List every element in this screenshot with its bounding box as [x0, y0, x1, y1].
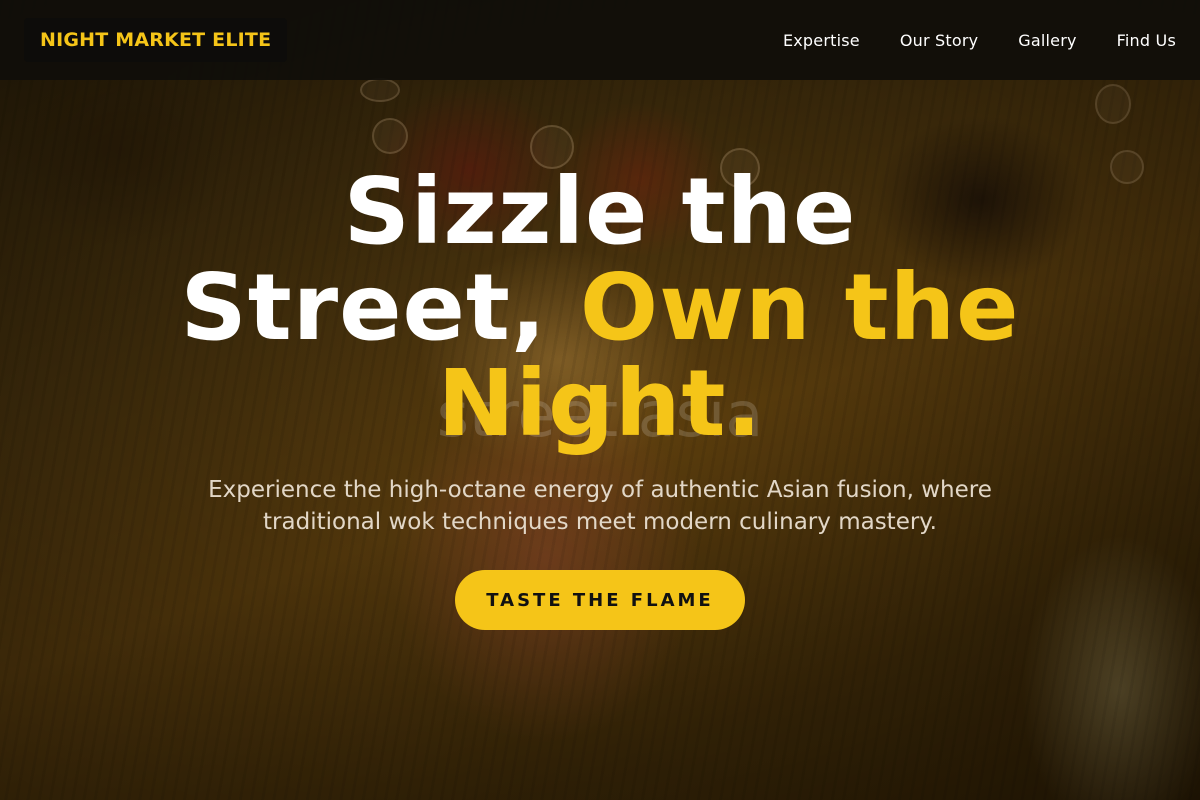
- nav-link-expertise[interactable]: Expertise: [783, 31, 860, 50]
- headline-accent-1: Own the: [579, 254, 1020, 361]
- nav-link-gallery[interactable]: Gallery: [1018, 31, 1076, 50]
- hero-headline: Sizzle the Street, Own the Night.: [150, 164, 1050, 452]
- taste-the-flame-button[interactable]: TASTE THE FLAME: [455, 570, 745, 630]
- nav-link-find-us[interactable]: Find Us: [1117, 31, 1176, 50]
- brand-logo[interactable]: NIGHT MARKET ELITE: [24, 18, 288, 62]
- headline-line-2: Street,: [180, 254, 580, 361]
- hero-subtitle: Experience the high-octane energy of aut…: [208, 477, 992, 535]
- main-nav: Expertise Our Story Gallery Find Us: [783, 31, 1176, 50]
- headline-line-1: Sizzle the: [343, 158, 857, 265]
- headline-accent-2: Night.: [437, 350, 763, 457]
- nav-link-our-story[interactable]: Our Story: [900, 31, 978, 50]
- site-header: NIGHT MARKET ELITE Expertise Our Story G…: [0, 0, 1200, 80]
